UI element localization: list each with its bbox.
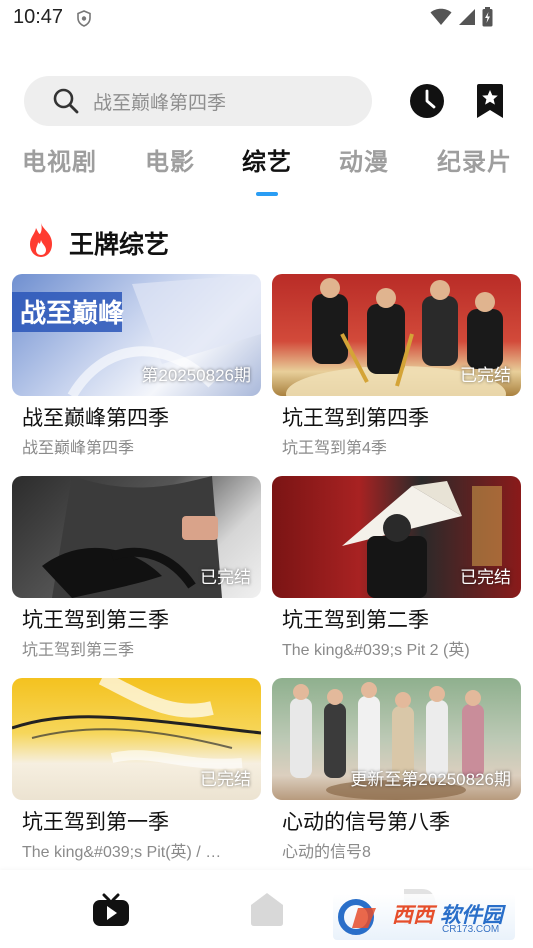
- show-title[interactable]: 心动的信号第八季: [282, 806, 450, 836]
- flame-icon: [30, 223, 52, 257]
- show-thumbnail[interactable]: 更新至第20250826期: [272, 678, 521, 800]
- wifi-icon: [430, 8, 452, 25]
- watermark-url: CR173.COM: [442, 924, 500, 935]
- show-subtitle: 战至巅峰第四季: [22, 440, 135, 457]
- category-tabs: 电视剧 电影 综艺 动漫 纪录片: [0, 142, 533, 182]
- watermark-logo: [338, 899, 376, 935]
- show-thumbnail[interactable]: 已完结: [12, 678, 261, 800]
- status-badge: 已完结: [460, 366, 511, 385]
- show-title[interactable]: 坑王驾到第三季: [22, 604, 169, 634]
- status-badge: 已完结: [200, 770, 251, 789]
- battery-icon: [482, 7, 493, 27]
- search-icon: [53, 88, 79, 114]
- episode-badge: 更新至第20250826期: [350, 770, 511, 789]
- show-subtitle: The king&#039;s Pit 2 (英): [282, 642, 470, 659]
- tab-variety[interactable]: 综艺: [242, 142, 292, 177]
- shield-icon: [77, 10, 91, 27]
- show-subtitle: 坑王驾到第4季: [282, 440, 387, 457]
- show-thumbnail[interactable]: 战至巅峰 第20250826期: [12, 274, 261, 396]
- show-title[interactable]: 坑王驾到第四季: [282, 402, 429, 432]
- tab-movies[interactable]: 电影: [145, 142, 195, 177]
- status-badge: 已完结: [200, 568, 251, 587]
- episode-badge: 第20250826期: [141, 366, 251, 385]
- show-title[interactable]: 战至巅峰第四季: [22, 402, 169, 432]
- status-badge: 已完结: [460, 568, 511, 587]
- status-icons: [430, 7, 493, 27]
- show-thumbnail[interactable]: 已完结: [12, 476, 261, 598]
- status-time: 10:47: [13, 6, 64, 28]
- show-subtitle: 心动的信号8: [282, 844, 371, 861]
- tab-tv-series[interactable]: 电视剧: [22, 142, 97, 177]
- watermark-text: 西西: [392, 904, 434, 927]
- tab-anime[interactable]: 动漫: [339, 142, 389, 177]
- status-bar: 10:47: [0, 0, 533, 36]
- bookmark-star-icon[interactable]: [474, 83, 506, 119]
- show-thumbnail[interactable]: 已完结: [272, 476, 521, 598]
- show-title[interactable]: 坑王驾到第一季: [22, 806, 169, 836]
- show-title[interactable]: 坑王驾到第二季: [282, 604, 429, 634]
- signal-icon: [459, 9, 475, 25]
- show-subtitle: 坑王驾到第三季: [22, 642, 135, 659]
- search-input[interactable]: 战至巅峰第四季: [93, 88, 226, 115]
- show-subtitle: The king&#039;s Pit(英) / …: [22, 844, 222, 861]
- show-thumbnail[interactable]: 已完结: [272, 274, 521, 396]
- tab-documentary[interactable]: 纪录片: [437, 142, 512, 177]
- section-title: 王牌综艺: [69, 231, 170, 259]
- active-tab-indicator: [256, 192, 278, 196]
- home-icon[interactable]: [249, 891, 285, 927]
- history-clock-icon[interactable]: [409, 83, 445, 119]
- svg-text:战至巅峰: 战至巅峰: [20, 299, 124, 329]
- tv-icon[interactable]: [92, 893, 130, 927]
